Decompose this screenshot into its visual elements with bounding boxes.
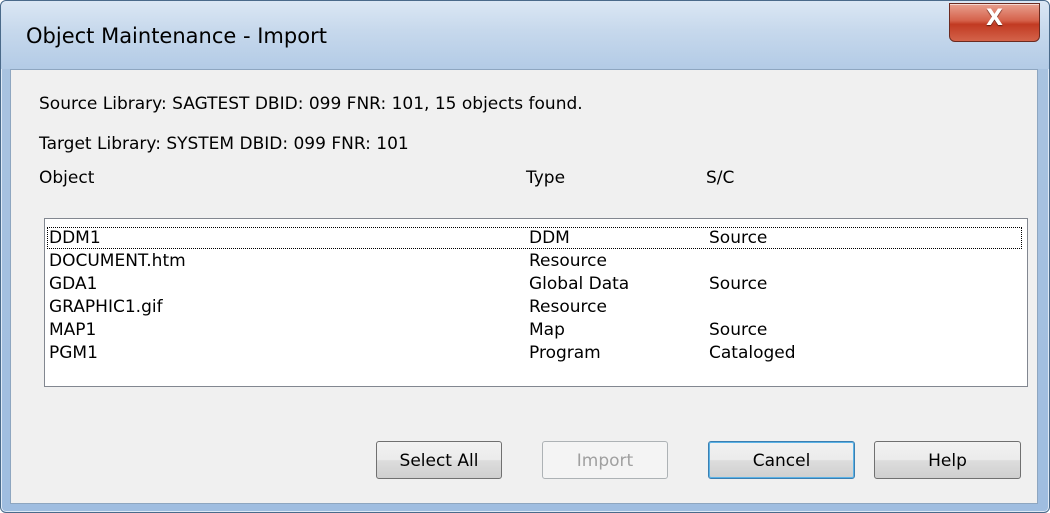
target-library-info: Target Library: SYSTEM DBID: 099 FNR: 10…: [39, 134, 409, 154]
list-item[interactable]: GDA1 Global Data Source: [47, 273, 1022, 295]
cancel-button[interactable]: Cancel: [708, 441, 855, 479]
list-item-type: Global Data: [529, 274, 630, 294]
column-header-sc: S/C: [706, 168, 735, 188]
list-item[interactable]: GRAPHIC1.gif Resource: [47, 296, 1022, 318]
list-item-object: MAP1: [49, 320, 97, 340]
dialog-window: Object Maintenance - Import X Source Lib…: [0, 0, 1050, 513]
select-all-button[interactable]: Select All: [376, 441, 502, 479]
dialog-client-area: Source Library: SAGTEST DBID: 099 FNR: 1…: [10, 69, 1038, 504]
list-item-type: Map: [529, 320, 565, 340]
list-item-object: GRAPHIC1.gif: [49, 297, 163, 317]
list-item-object: DDM1: [49, 228, 101, 248]
list-item-object: PGM1: [49, 343, 98, 363]
list-item[interactable]: PGM1 Program Cataloged: [47, 342, 1022, 364]
list-item-sc: Source: [709, 274, 768, 294]
list-item-sc: Source: [709, 228, 768, 248]
list-item-type: Program: [529, 343, 601, 363]
close-icon: X: [986, 6, 1003, 31]
source-library-info: Source Library: SAGTEST DBID: 099 FNR: 1…: [39, 94, 583, 114]
column-header-type: Type: [526, 168, 566, 188]
title-bar[interactable]: Object Maintenance - Import X: [1, 1, 1049, 69]
close-button[interactable]: X: [949, 3, 1040, 42]
list-item-type: DDM: [529, 228, 570, 248]
list-item-sc: Source: [709, 320, 768, 340]
list-item-sc: Cataloged: [709, 343, 796, 363]
list-item[interactable]: MAP1 Map Source: [47, 319, 1022, 341]
list-item[interactable]: DOCUMENT.htm Resource: [47, 250, 1022, 272]
column-header-object: Object: [39, 168, 95, 188]
list-item-type: Resource: [529, 251, 607, 271]
list-item-type: Resource: [529, 297, 607, 317]
list-item[interactable]: DDM1 DDM Source: [47, 227, 1022, 249]
help-button[interactable]: Help: [874, 441, 1021, 479]
import-button[interactable]: Import: [542, 441, 668, 479]
object-list[interactable]: DDM1 DDM Source DOCUMENT.htm Resource GD…: [44, 218, 1028, 387]
window-title: Object Maintenance - Import: [26, 24, 327, 48]
list-item-object: DOCUMENT.htm: [49, 251, 186, 271]
list-item-object: GDA1: [49, 274, 98, 294]
